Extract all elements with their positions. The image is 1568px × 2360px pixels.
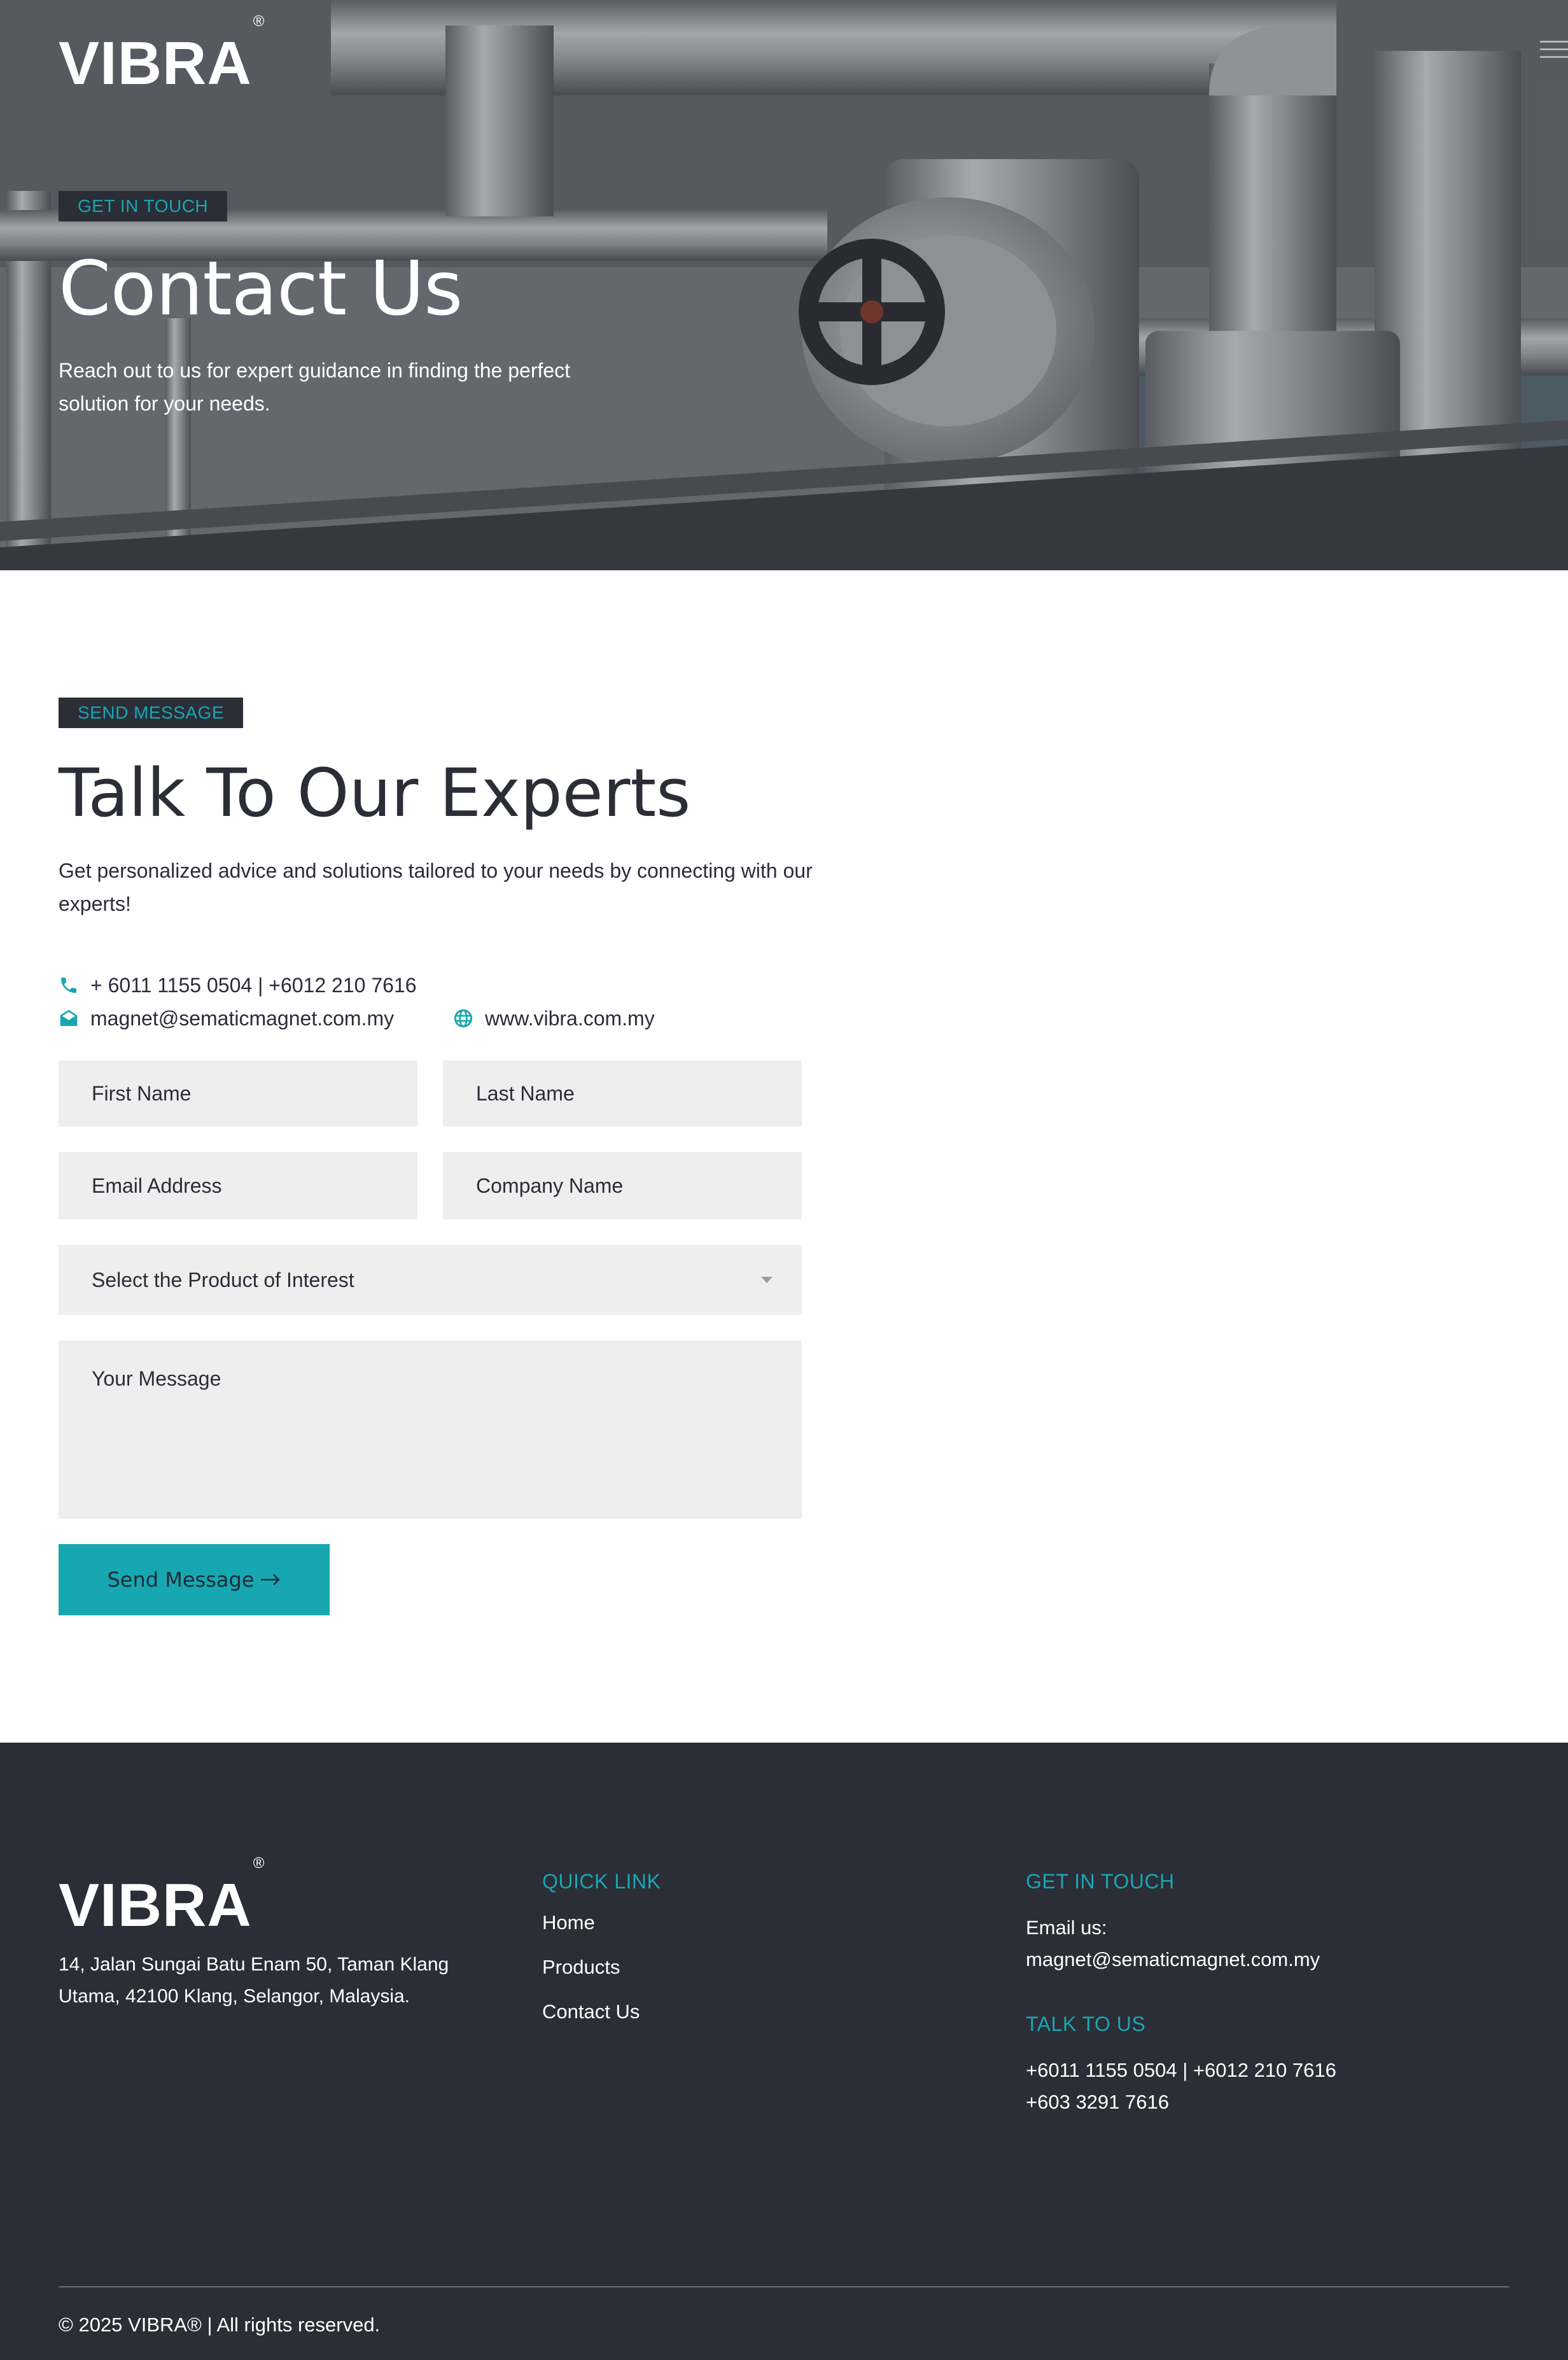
first-name-input[interactable] (59, 1060, 417, 1127)
hero-banner: VIBRA® GET IN TOUCH Contact Us Reach out… (0, 0, 1568, 570)
company-input[interactable] (443, 1152, 802, 1219)
hero-subtitle: Reach out to us for expert guidance in f… (59, 359, 571, 415)
section-lead: Get personalized advice and solutions ta… (59, 859, 813, 915)
email-input[interactable] (59, 1152, 417, 1219)
footer-email[interactable]: magnet@sematicmagnet.com.my (1026, 1944, 1320, 1976)
quick-links-list: Home Products Contact Us (542, 1909, 640, 2043)
product-select[interactable]: Select the Product of Interest (59, 1245, 802, 1315)
footer-link-contact[interactable]: Contact Us (542, 2000, 640, 2023)
arrow-right-icon (260, 1574, 280, 1585)
contact-website[interactable]: www.vibra.com.my (453, 1003, 655, 1034)
contact-email-text: magnet@sematicmagnet.com.my (90, 1006, 395, 1030)
footer-phone-line-2[interactable]: +603 3291 7616 (1026, 2086, 1336, 2118)
footer-email-label: Email us: (1026, 1916, 1107, 1939)
footer-phone-line-1[interactable]: +6011 1155 0504 | +6012 210 7616 (1026, 2054, 1336, 2086)
contact-website-text: www.vibra.com.my (485, 1006, 655, 1030)
footer-address: 14, Jalan Sungai Batu Enam 50, Taman Kla… (59, 1954, 449, 2007)
site-footer: VIBRA® 14, Jalan Sungai Batu Enam 50, Ta… (0, 1743, 1568, 2360)
footer-phones: +6011 1155 0504 | +6012 210 7616 +603 32… (1026, 2054, 1336, 2118)
get-in-touch-heading: GET IN TOUCH (1026, 1870, 1175, 1893)
site-logo[interactable]: VIBRA® (59, 13, 265, 101)
footer-logo[interactable]: VIBRA® (59, 1855, 265, 1942)
talk-to-us-heading: TALK TO US (1026, 2012, 1146, 2035)
send-message-label: Send Message (107, 1568, 255, 1592)
envelope-open-icon (60, 1009, 78, 1026)
footer-link-home[interactable]: Home (542, 1911, 595, 1934)
globe-icon (454, 1009, 473, 1028)
footer-link-products[interactable]: Products (542, 1956, 620, 1978)
page-title: Contact Us (59, 244, 463, 332)
last-name-input[interactable] (443, 1060, 802, 1127)
contact-email[interactable]: magnet@sematicmagnet.com.my (59, 1003, 394, 1034)
quick-link-heading: QUICK LINK (542, 1870, 661, 1893)
phone-icon (61, 978, 76, 993)
hero-tag: GET IN TOUCH (59, 191, 228, 221)
section-title: Talk To Our Experts (59, 754, 691, 832)
send-message-button[interactable]: Send Message (59, 1544, 330, 1615)
message-textarea[interactable] (59, 1340, 802, 1519)
menu-icon[interactable] (1540, 41, 1568, 59)
copyright: © 2025 VIBRA® | All rights reserved. (59, 2314, 381, 2336)
product-select-value: Select the Product of Interest (92, 1268, 354, 1291)
chevron-down-icon (761, 1277, 773, 1283)
footer-email-block: Email us: magnet@sematicmagnet.com.my (1026, 1912, 1320, 1976)
contact-phone[interactable]: + 6011 1155 0504 | +6012 210 7616 (59, 970, 417, 1001)
footer-divider (59, 2286, 1509, 2287)
section-tag: SEND MESSAGE (59, 698, 244, 728)
contact-phone-text: + 6011 1155 0504 | +6012 210 7616 (90, 973, 417, 997)
